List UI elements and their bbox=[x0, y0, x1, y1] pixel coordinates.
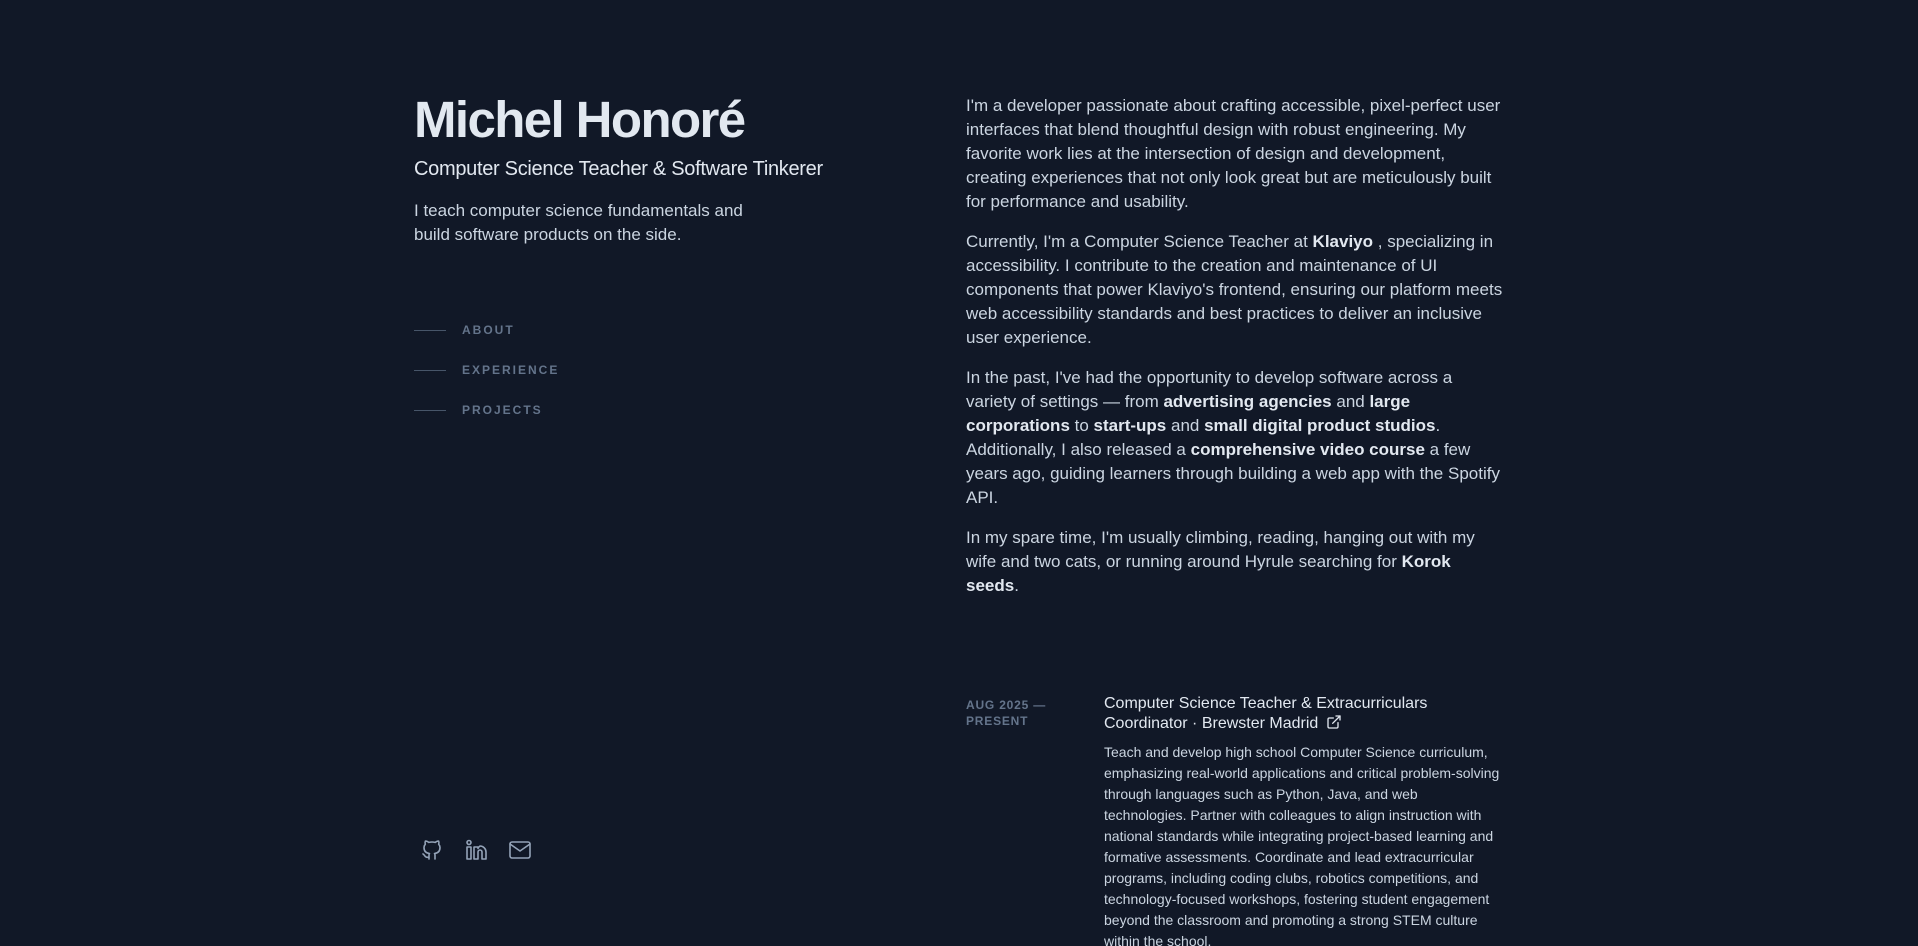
github-icon bbox=[422, 840, 441, 860]
about-text: Currently, I'm a Computer Science Teache… bbox=[966, 232, 1313, 251]
experience-date: AUG 2025 — PRESENT bbox=[966, 698, 1047, 728]
video-course-highlight[interactable]: comprehensive video course bbox=[1191, 440, 1425, 459]
nav-item-label: EXPERIENCE bbox=[462, 363, 560, 377]
email-icon bbox=[509, 841, 531, 859]
nav-item-experience[interactable]: EXPERIENCE bbox=[414, 358, 559, 382]
experience-title: Computer Science Teacher & Extracurricul… bbox=[1104, 695, 1428, 732]
external-link-icon bbox=[1327, 715, 1341, 729]
nav-item-label: ABOUT bbox=[462, 323, 515, 337]
about-text: and bbox=[1166, 416, 1205, 435]
about-text: . bbox=[1014, 576, 1019, 595]
about-paragraph: In the past, I've had the opportunity to… bbox=[966, 366, 1506, 510]
experience-title-link[interactable]: Computer Science Teacher & Extracurricul… bbox=[1104, 694, 1504, 734]
social-links bbox=[418, 836, 534, 864]
page: Michel Honoré Computer Science Teacher &… bbox=[0, 0, 1918, 946]
about-paragraph: I'm a developer passionate about craftin… bbox=[966, 96, 1501, 211]
nav-item-projects[interactable]: PROJECTS bbox=[414, 398, 559, 422]
role-subtitle: Computer Science Teacher & Software Tink… bbox=[414, 158, 823, 180]
about-text: In my spare time, I'm usually climbing, … bbox=[966, 528, 1475, 571]
name-heading: Michel Honoré bbox=[414, 91, 746, 148]
nav-indicator-line bbox=[414, 409, 446, 411]
tagline: I teach computer science fundamentals an… bbox=[414, 201, 743, 244]
klaviyo-highlight[interactable]: Klaviyo bbox=[1313, 232, 1373, 251]
about-text: and bbox=[1331, 392, 1370, 411]
small-studios-highlight[interactable]: small digital product studios bbox=[1204, 416, 1435, 435]
about-section: I'm a developer passionate about craftin… bbox=[966, 94, 1506, 614]
linkedin-link[interactable] bbox=[462, 836, 490, 864]
nav-item-about[interactable]: ABOUT bbox=[414, 318, 559, 342]
main-content: I'm a developer passionate about craftin… bbox=[966, 0, 1506, 946]
experience-body: Computer Science Teacher & Extracurricul… bbox=[1104, 694, 1504, 946]
start-ups-highlight[interactable]: start-ups bbox=[1094, 416, 1167, 435]
experience-description: Teach and develop high school Computer S… bbox=[1104, 744, 1500, 946]
nav-indicator-line bbox=[414, 329, 446, 331]
linkedin-icon bbox=[466, 839, 487, 860]
advertising-agencies-highlight[interactable]: advertising agencies bbox=[1163, 392, 1331, 411]
nav-item-label: PROJECTS bbox=[462, 403, 543, 417]
nav-indicator-line bbox=[414, 369, 446, 371]
about-paragraph: Currently, I'm a Computer Science Teache… bbox=[966, 230, 1506, 350]
sidebar-header: Michel Honoré Computer Science Teacher &… bbox=[414, 0, 934, 946]
email-link[interactable] bbox=[506, 836, 534, 864]
about-paragraph: In my spare time, I'm usually climbing, … bbox=[966, 526, 1506, 598]
section-nav: ABOUT EXPERIENCE PROJECTS bbox=[414, 318, 559, 438]
github-link[interactable] bbox=[418, 836, 446, 864]
about-text: to bbox=[1069, 416, 1094, 435]
